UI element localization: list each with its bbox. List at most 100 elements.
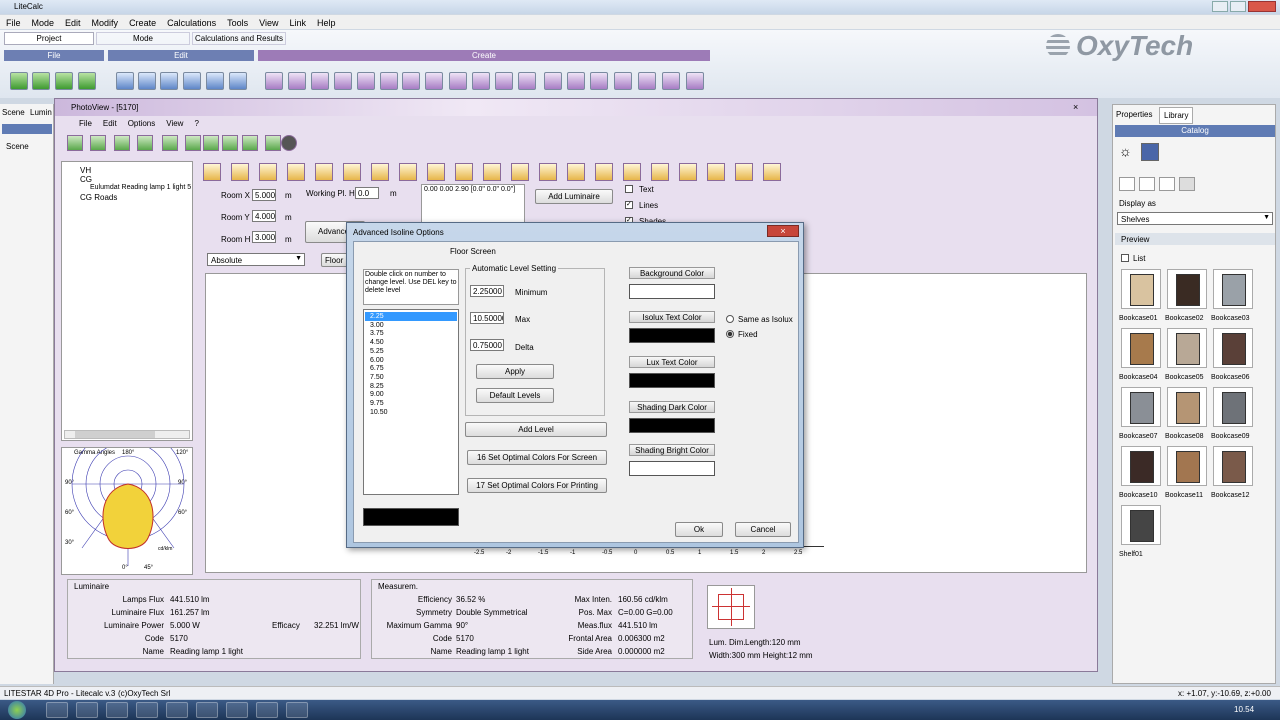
create-tool-icon-5[interactable] — [380, 72, 398, 90]
library-item-thumbnail[interactable] — [1167, 387, 1207, 427]
library-item-thumbnail[interactable] — [1213, 269, 1253, 309]
library-item-thumbnail[interactable] — [1121, 387, 1161, 427]
edit-tool-icon-0[interactable] — [116, 72, 134, 90]
tree-item-vh[interactable]: VH — [80, 166, 91, 175]
taskbar-app-icon[interactable] — [226, 702, 248, 718]
file-tool-icon-1[interactable] — [32, 72, 50, 90]
close-button[interactable] — [1248, 1, 1276, 12]
room-h-input[interactable] — [252, 231, 276, 243]
edit-tool-icon-5[interactable] — [229, 72, 247, 90]
taskbar-app-icon[interactable] — [286, 702, 308, 718]
view-tool-icon-12[interactable] — [539, 163, 557, 181]
lux-text-color-swatch[interactable] — [629, 373, 715, 388]
view-tool-icon-1[interactable] — [231, 163, 249, 181]
view-tool-icon-20[interactable] — [763, 163, 781, 181]
level-list-item[interactable]: 2.25 — [365, 312, 457, 321]
view-tool-icon-14[interactable] — [595, 163, 613, 181]
pv-tool-icon-5[interactable] — [185, 135, 201, 151]
menu-view[interactable]: View — [259, 18, 278, 28]
level-list-item[interactable]: 5.25 — [365, 347, 457, 356]
level-list-item[interactable]: 6.00 — [365, 356, 457, 365]
view-tool-icon-5[interactable] — [343, 163, 361, 181]
library-item-label[interactable]: Bookcase06 — [1211, 374, 1250, 381]
menu-create[interactable]: Create — [129, 18, 156, 28]
minimum-input[interactable] — [470, 285, 504, 297]
view-tool-icon-16[interactable] — [651, 163, 669, 181]
shading-dark-color-swatch[interactable] — [629, 418, 715, 433]
create-tool-icon-13[interactable] — [567, 72, 585, 90]
view-tool-icon-11[interactable] — [511, 163, 529, 181]
tab-luminaire[interactable]: Lumin — [30, 108, 52, 117]
pv-tool-icon-7[interactable] — [222, 135, 238, 151]
create-tool-icon-15[interactable] — [614, 72, 632, 90]
view-tool-icon-9[interactable] — [455, 163, 473, 181]
pv-menu-view[interactable]: View — [166, 119, 183, 128]
view-tool-icon-3[interactable] — [287, 163, 305, 181]
taskbar-app-icon[interactable] — [256, 702, 278, 718]
level-list-item[interactable]: 9.00 — [365, 390, 457, 399]
taskbar-app-icon[interactable] — [76, 702, 98, 718]
ok-button[interactable]: Ok — [675, 522, 723, 537]
room-y-input[interactable] — [252, 210, 276, 222]
menu-link[interactable]: Link — [289, 18, 306, 28]
photo-filter-icon[interactable] — [1179, 177, 1195, 191]
lightbulb-icon[interactable]: ☼ — [1119, 143, 1137, 161]
library-item-thumbnail[interactable] — [1121, 446, 1161, 486]
library-item-label[interactable]: Bookcase10 — [1119, 492, 1158, 499]
taskbar-app-icon[interactable] — [46, 702, 68, 718]
print-colors-button[interactable]: 17 Set Optimal Colors For Printing — [467, 478, 607, 493]
close-icon[interactable]: × — [1073, 102, 1078, 112]
level-list-item[interactable]: 7.50 — [365, 373, 457, 382]
edit-tool-icon-2[interactable] — [160, 72, 178, 90]
create-tool-icon-10[interactable] — [495, 72, 513, 90]
library-item-thumbnail[interactable] — [1167, 269, 1207, 309]
library-item-thumbnail[interactable] — [1167, 328, 1207, 368]
view-tool-icon-2[interactable] — [259, 163, 277, 181]
menu-mode[interactable]: Mode — [32, 18, 55, 28]
pv-tool-icon-0[interactable] — [67, 135, 83, 151]
level-list-item[interactable]: 6.75 — [365, 364, 457, 373]
tree-hscrollbar[interactable] — [64, 430, 190, 439]
level-list-item[interactable]: 3.75 — [365, 329, 457, 338]
view-tool-icon-15[interactable] — [623, 163, 641, 181]
view-tool-icon-10[interactable] — [483, 163, 501, 181]
pv-tool-icon-4[interactable] — [162, 135, 178, 151]
room-x-input[interactable] — [252, 189, 276, 201]
menu-tools[interactable]: Tools — [227, 18, 248, 28]
create-tool-icon-3[interactable] — [334, 72, 352, 90]
pv-tool-icon-8[interactable] — [242, 135, 258, 151]
menu-modify[interactable]: Modify — [92, 18, 119, 28]
start-button-icon[interactable] — [8, 701, 26, 719]
level-list-item[interactable]: 9.75 — [365, 399, 457, 408]
library-item-label[interactable]: Bookcase02 — [1165, 315, 1204, 322]
level-list-item[interactable]: 10.50 — [365, 408, 457, 417]
create-tool-icon-17[interactable] — [662, 72, 680, 90]
fixed-radio[interactable] — [726, 330, 734, 338]
create-tool-icon-9[interactable] — [472, 72, 490, 90]
isolux-text-color-swatch[interactable] — [629, 328, 715, 343]
library-item-thumbnail[interactable] — [1121, 269, 1161, 309]
tree-item-cg-roads[interactable]: CG Roads — [80, 193, 117, 202]
tab-calculations[interactable]: Calculations and Results — [192, 32, 286, 45]
view-tool-icon-0[interactable] — [203, 163, 221, 181]
dialog-close-button[interactable]: × — [767, 225, 799, 237]
screen-colors-button[interactable]: 16 Set Optimal Colors For Screen — [467, 450, 607, 465]
create-tool-icon-0[interactable] — [265, 72, 283, 90]
same-as-isolux-radio[interactable] — [726, 315, 734, 323]
add-luminaire-button[interactable]: Add Luminaire — [535, 189, 613, 204]
library-item-label[interactable]: Bookcase11 — [1165, 492, 1203, 499]
view-tool-icon-18[interactable] — [707, 163, 725, 181]
library-item-label[interactable]: Bookcase04 — [1119, 374, 1158, 381]
cancel-button[interactable]: Cancel — [735, 522, 791, 537]
view-tool-icon-4[interactable] — [315, 163, 333, 181]
shading-bright-color-swatch[interactable] — [629, 461, 715, 476]
menu-file[interactable]: File — [6, 18, 21, 28]
lines-checkbox[interactable]: ✓ — [625, 201, 633, 209]
create-tool-icon-18[interactable] — [686, 72, 704, 90]
pv-filter-icon[interactable] — [1159, 177, 1175, 191]
taskbar-app-icon[interactable] — [106, 702, 128, 718]
pv-tool-icon-3[interactable] — [137, 135, 153, 151]
level-color-swatch[interactable] — [363, 508, 459, 526]
maximize-button[interactable] — [1230, 1, 1246, 12]
pv-menu-edit[interactable]: Edit — [103, 119, 117, 128]
